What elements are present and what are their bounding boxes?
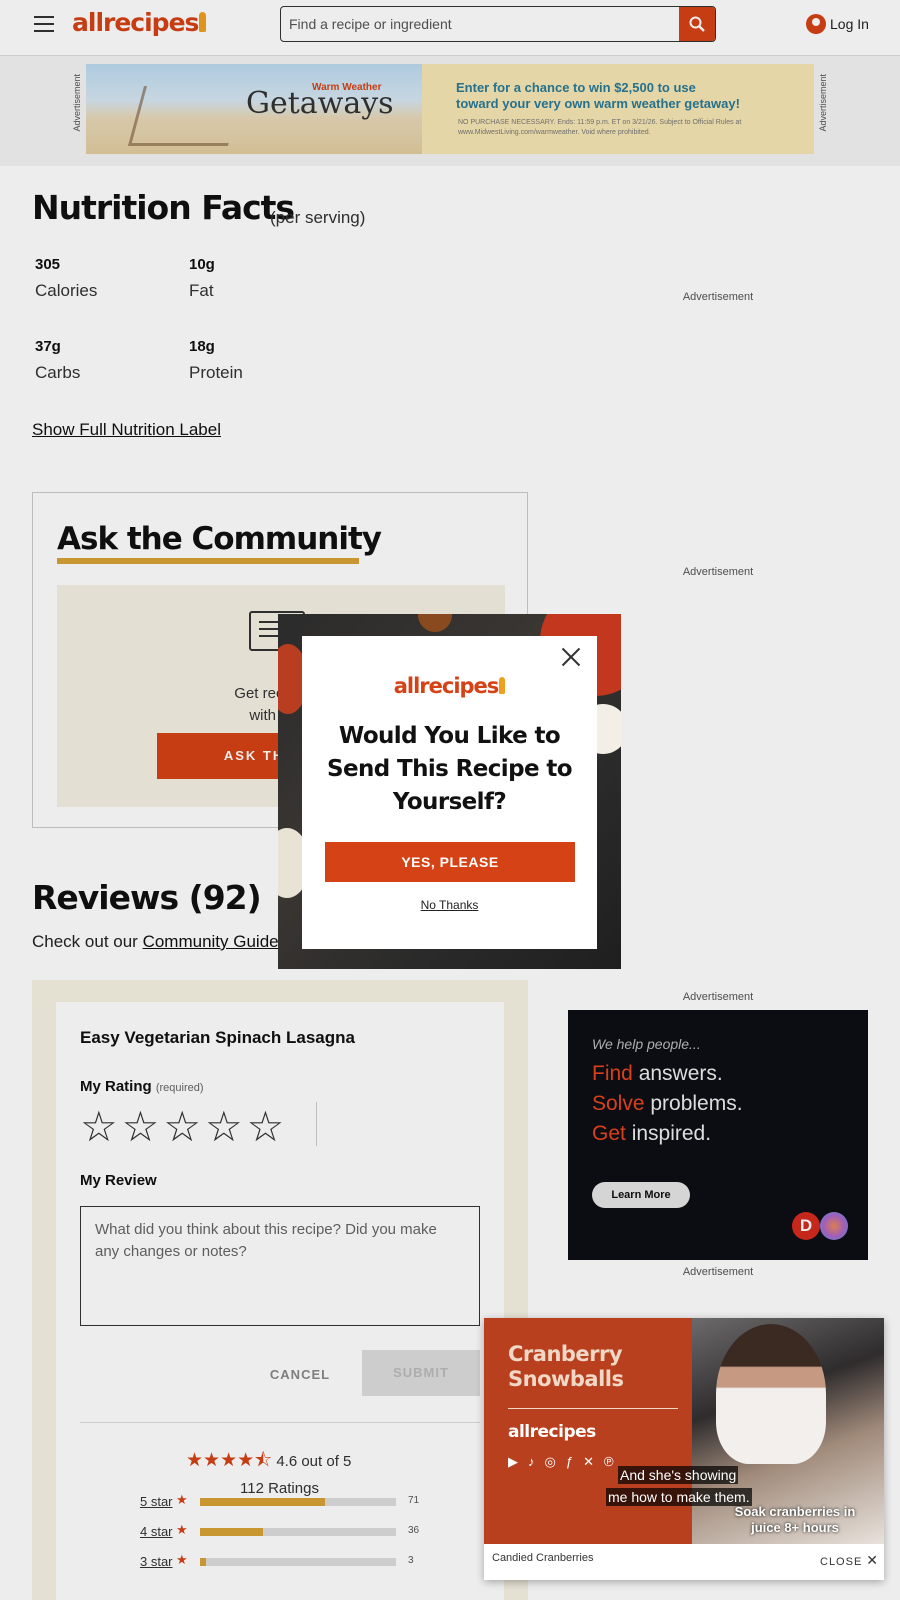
close-icon: ✕ bbox=[866, 1552, 879, 1568]
close-label: CLOSE bbox=[820, 1556, 863, 1568]
no-thanks-link[interactable]: No Thanks bbox=[302, 898, 597, 912]
yes-please-button[interactable]: YES, PLEASE bbox=[325, 842, 575, 882]
modal-title: Would You Like to Send This Recipe to Yo… bbox=[327, 723, 573, 815]
tiktok-icon[interactable]: ♪ bbox=[528, 1454, 545, 1469]
video-title-line1: Cranberry bbox=[508, 1342, 623, 1366]
modal-logo: allrecipes bbox=[302, 674, 597, 698]
video-divider bbox=[508, 1408, 678, 1409]
instagram-icon[interactable]: ◎ bbox=[545, 1454, 566, 1469]
video-overlay-text: Soak cranberries in juice 8+ hours bbox=[734, 1504, 856, 1535]
social-icons: ▶♪◎ƒ✕℗ bbox=[508, 1454, 624, 1470]
video-title: Cranberry Snowballs bbox=[508, 1342, 624, 1392]
video-footer-title: Candied Cranberries bbox=[492, 1552, 594, 1564]
video-person-image bbox=[716, 1324, 826, 1464]
onion-image bbox=[418, 614, 452, 632]
video-caption-line1: And she's showing bbox=[618, 1466, 739, 1484]
video-frame[interactable]: Cranberry Snowballs allrecipes ▶♪◎ƒ✕℗ An… bbox=[484, 1318, 884, 1544]
video-player[interactable]: Cranberry Snowballs allrecipes ▶♪◎ƒ✕℗ An… bbox=[484, 1318, 884, 1580]
close-icon[interactable] bbox=[558, 644, 584, 670]
modal-logo-text: allrecipes bbox=[393, 674, 500, 698]
youtube-icon[interactable]: ▶ bbox=[508, 1454, 528, 1469]
video-close-button[interactable]: CLOSE ✕ bbox=[820, 1552, 878, 1569]
facebook-icon[interactable]: ƒ bbox=[566, 1454, 583, 1469]
spoon-icon bbox=[499, 677, 506, 694]
x-icon[interactable]: ✕ bbox=[583, 1454, 604, 1469]
video-title-line2: Snowballs bbox=[508, 1367, 624, 1391]
send-recipe-modal: allrecipes Would You Like to Send This R… bbox=[302, 636, 597, 949]
video-brand-logo: allrecipes bbox=[508, 1422, 596, 1442]
no-thanks-label: No Thanks bbox=[420, 898, 479, 912]
